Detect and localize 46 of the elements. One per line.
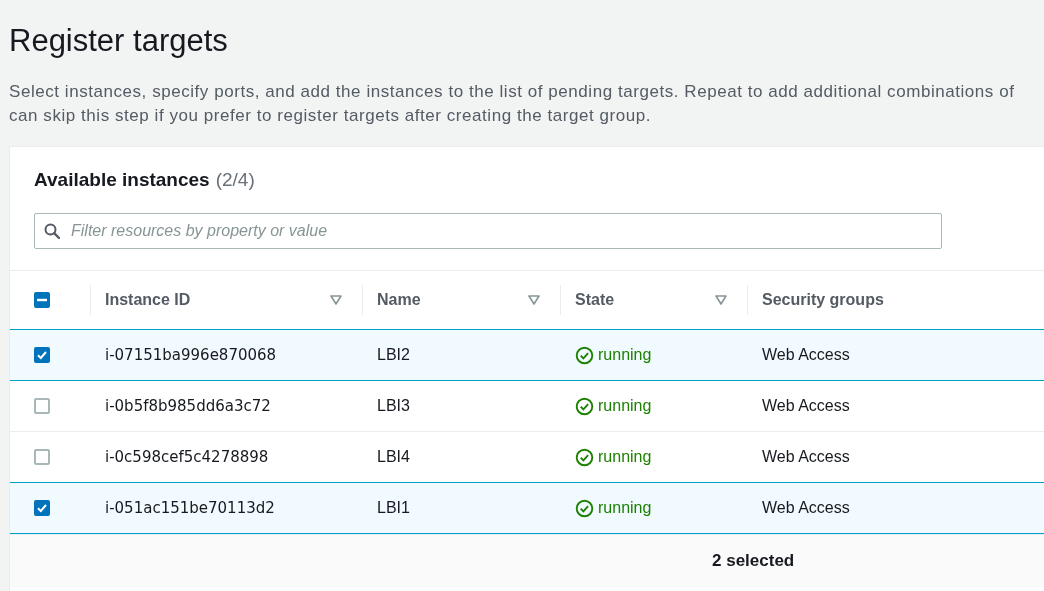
row-checkbox[interactable] (34, 500, 50, 516)
column-header[interactable]: State (575, 291, 615, 309)
table-row[interactable]: i-07151ba996e870068 LBI2 running Web Access (10, 329, 1044, 381)
table-cell: i-07151ba996e870068 (105, 346, 277, 364)
search-icon (44, 223, 60, 239)
sort-icon[interactable] (528, 295, 540, 305)
table-cell: i-051ac151be70113d2 (105, 499, 275, 517)
table-cell: Web Access (762, 499, 850, 516)
table-cell: i-0b5f8b985dd6a3c72 (105, 397, 271, 415)
panel-title: Available instances (34, 169, 210, 190)
check-circle-icon (575, 447, 594, 467)
description-text: can skip this step if you prefer to register targets after creating the target group. (9, 105, 653, 127)
row-checkbox[interactable] (34, 449, 50, 465)
column-header[interactable]: Security groups (762, 291, 884, 309)
table-cell: Web Access (762, 346, 850, 363)
status-text: running (598, 499, 652, 517)
check-circle-icon (575, 396, 594, 416)
select-all-checkbox[interactable] (34, 292, 50, 308)
row-checkbox[interactable] (34, 347, 50, 363)
table-cell: LBI1 (377, 499, 410, 516)
sort-icon[interactable] (715, 295, 727, 305)
table-cell: Web Access (762, 448, 850, 465)
description-text: Select instances, specify ports, and add the instances to the list of pending targets. Repeat to add additional combinations of (9, 81, 1016, 103)
table-cell: LBI4 (377, 448, 410, 465)
table-cell: i-0c598cef5c4278898 (105, 448, 269, 466)
check-circle-icon (575, 345, 594, 365)
status-text: running (598, 346, 652, 364)
check-circle-icon (575, 498, 594, 518)
check-icon (36, 502, 48, 514)
selection-count: 2 selected (712, 551, 795, 571)
table-row[interactable]: i-0b5f8b985dd6a3c72 LBI3 running Web Access (10, 380, 1044, 432)
status-text: running (598, 448, 652, 466)
search-field[interactable]: Filter resources by property or value (34, 213, 942, 249)
table-cell: Web Access (762, 397, 850, 414)
instance-count: (2/4) (215, 169, 255, 190)
minus-icon (37, 298, 47, 302)
table-row[interactable]: i-051ac151be70113d2 LBI1 running Web Access (10, 482, 1044, 534)
status-text: running (598, 397, 652, 415)
column-header[interactable]: Name (377, 291, 421, 309)
page-title: Register targets (9, 22, 229, 60)
table-cell: LBI2 (377, 346, 410, 363)
column-header[interactable]: Instance ID (105, 291, 191, 309)
table-cell: LBI3 (377, 397, 410, 414)
row-checkbox[interactable] (34, 398, 50, 414)
sort-icon[interactable] (330, 295, 342, 305)
check-icon (36, 349, 48, 361)
